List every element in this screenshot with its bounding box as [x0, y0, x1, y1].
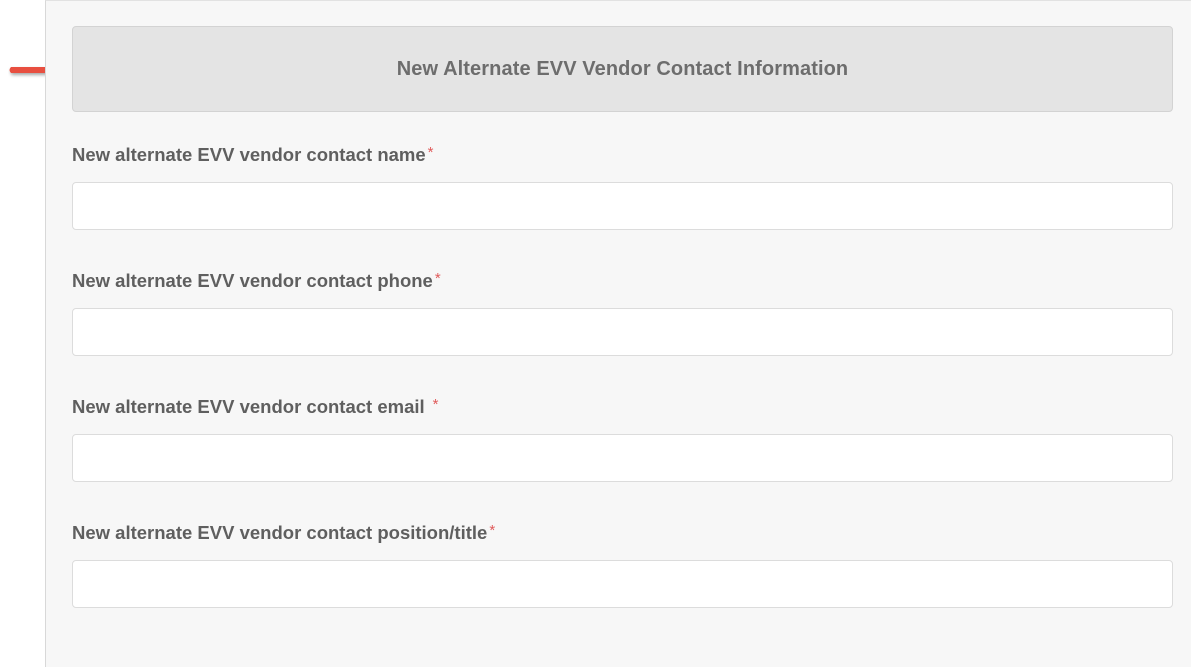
- contact-name-label: New alternate EVV vendor contact name *: [72, 144, 434, 165]
- contact-title-field-group: New alternate EVV vendor contact positio…: [72, 520, 1173, 608]
- contact-email-label: New alternate EVV vendor contact email *: [72, 396, 439, 417]
- contact-phone-label: New alternate EVV vendor contact phone *: [72, 270, 441, 291]
- contact-name-input[interactable]: [72, 182, 1173, 230]
- form-stage: New Alternate EVV Vendor Contact Informa…: [0, 0, 1191, 667]
- contact-title-label: New alternate EVV vendor contact positio…: [72, 522, 496, 543]
- contact-title-input[interactable]: [72, 560, 1173, 608]
- contact-phone-field-group: New alternate EVV vendor contact phone *: [72, 268, 1173, 356]
- contact-phone-input[interactable]: [72, 308, 1173, 356]
- contact-name-field-group: New alternate EVV vendor contact name *: [72, 142, 1173, 230]
- contact-email-field-group: New alternate EVV vendor contact email *: [72, 394, 1173, 482]
- required-asterisk: *: [489, 522, 496, 539]
- required-asterisk: *: [432, 396, 439, 413]
- section-title: New Alternate EVV Vendor Contact Informa…: [396, 57, 849, 80]
- section-header: New Alternate EVV Vendor Contact Informa…: [72, 26, 1173, 112]
- required-asterisk: *: [427, 144, 434, 161]
- required-asterisk: *: [434, 270, 441, 287]
- contact-email-input[interactable]: [72, 434, 1173, 482]
